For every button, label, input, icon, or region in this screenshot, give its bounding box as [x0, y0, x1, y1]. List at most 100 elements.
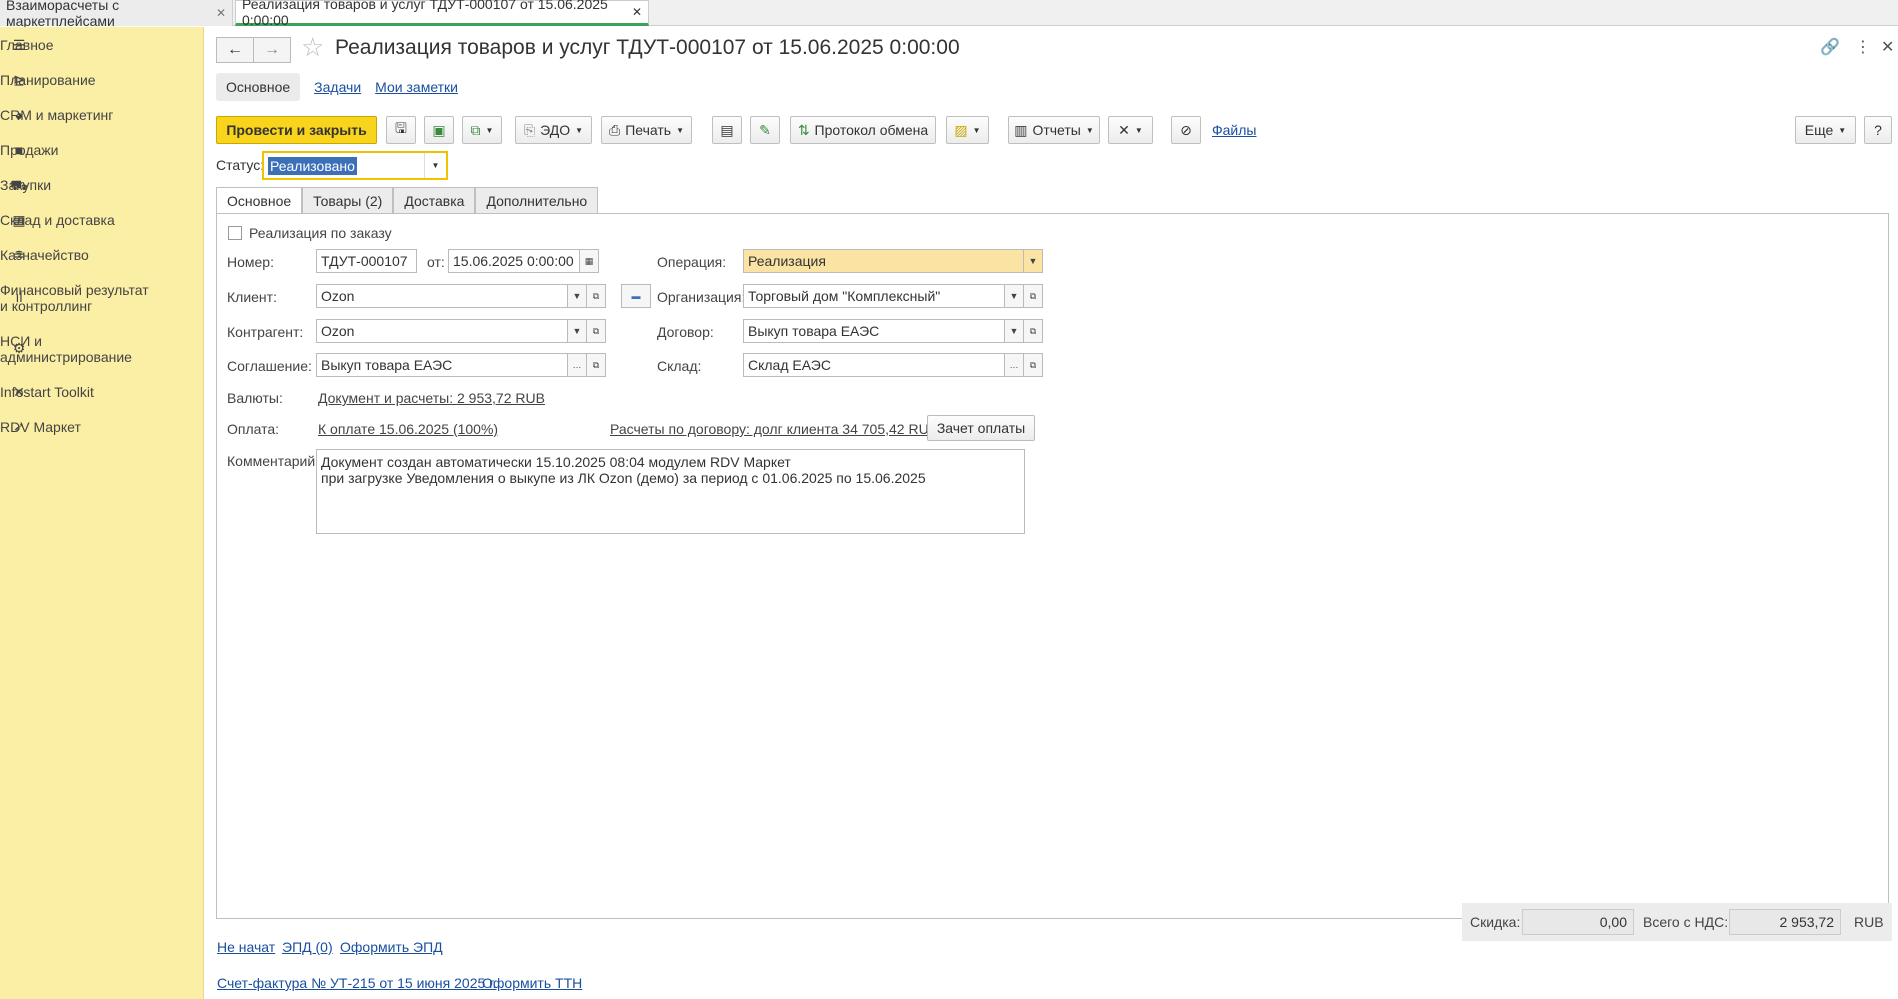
sidebar-item-treasury[interactable]: ≘ Казначейство [0, 247, 204, 264]
more-vert-icon[interactable]: ⋮ [1855, 37, 1871, 57]
star-icon[interactable]: ☆ [301, 32, 324, 63]
contract-label: Договор: [657, 324, 714, 340]
list-icon: ▤ [720, 121, 734, 138]
tab-delivery[interactable]: Доставка [393, 187, 476, 213]
link-icon[interactable]: 🔗 [1820, 37, 1840, 57]
invoice-link[interactable]: Счет-фактура № УТ-215 от 15 июня 2025 г. [217, 975, 496, 991]
totals-panel: Скидка: 0,00 Всего с НДС: 2 953,72 RUB [1462, 903, 1892, 941]
open-icon[interactable]: ⧉ [586, 353, 606, 377]
sidebar-item-main[interactable]: ☰ Главное [0, 37, 204, 54]
sidebar-item-rdv[interactable]: ➶ RDV Маркет [0, 419, 204, 436]
chevron-down-icon[interactable]: ▼ [1023, 249, 1043, 273]
chevron-down-icon: ▼ [485, 125, 494, 135]
tools-icon: ✕ [1118, 121, 1130, 138]
attachments-button[interactable]: ▨ ▼ [946, 116, 989, 144]
organization-field[interactable]: Торговый дом "Комплексный" [743, 284, 1005, 308]
forward-button[interactable]: → [253, 37, 291, 63]
sidebar-item-sales[interactable]: ■ Продажи [0, 142, 204, 158]
post-button[interactable]: ▣ [424, 116, 454, 144]
chevron-down-icon[interactable]: ▼ [424, 153, 446, 178]
create-based-on-button[interactable]: ⧉ ▼ [462, 116, 502, 144]
by-order-checkbox[interactable] [228, 226, 242, 240]
sidebar-item-warehouse[interactable]: ▦ Склад и доставка [0, 212, 204, 229]
subnav-notes[interactable]: Мои заметки [375, 79, 458, 95]
number-field[interactable]: ТДУТ-000107 [316, 249, 417, 273]
print-button[interactable]: ⎙ Печать ▼ [601, 116, 692, 144]
chevron-down-icon[interactable]: ▼ [567, 319, 587, 343]
contractor-field[interactable]: Ozon [316, 319, 568, 343]
subnav-main[interactable]: Основное [216, 73, 301, 101]
contract-settlements-link[interactable]: Расчеты по договору: долг клиента 34 705… [610, 421, 938, 437]
tab-sales-document[interactable]: Реализация товаров и услуг ТДУТ-000107 о… [235, 0, 649, 28]
open-icon[interactable]: ⧉ [586, 284, 606, 308]
chevron-down-icon: ▼ [1134, 125, 1143, 135]
tab-settlements[interactable]: Взаиморасчеты с маркетплейсами ✕ [0, 0, 233, 29]
open-icon[interactable]: ⧉ [1023, 284, 1043, 308]
close-icon[interactable]: ✕ [216, 6, 226, 20]
chevron-down-icon[interactable]: ▼ [1004, 319, 1024, 343]
comment-line: Документ создан автоматически 15.10.2025… [321, 454, 791, 470]
contract-field[interactable]: Выкуп товара ЕАЭС [743, 319, 1005, 343]
ellipsis-icon[interactable]: … [567, 353, 587, 377]
exchange-protocol-button[interactable]: ⇅ Протокол обмена [790, 116, 936, 144]
sidebar-item-admin[interactable]: ⚙ НСИ и администрирование [0, 333, 204, 365]
subnav-tasks[interactable]: Задачи [314, 79, 361, 95]
document-list-button[interactable]: ▤ [712, 116, 742, 144]
arrow-left-icon: ← [227, 41, 243, 58]
tab-additional[interactable]: Дополнительно [475, 187, 599, 213]
attach-button[interactable]: ⊘ [1171, 116, 1201, 144]
client-field[interactable]: Ozon [316, 284, 568, 308]
save-button[interactable]: 🖫 [386, 116, 416, 144]
operation-label: Операция: [657, 254, 727, 270]
open-icon[interactable]: ⧉ [1023, 353, 1043, 377]
tools-button[interactable]: ✕ ▼ [1108, 116, 1153, 144]
form-subnav: Основное Задачи Мои заметки [216, 72, 458, 102]
arrow-right-icon: → [264, 41, 280, 58]
make-epd-link[interactable]: Оформить ЭПД [340, 939, 443, 955]
tab-main[interactable]: Основное [216, 187, 303, 214]
card-icon: ▬ [631, 291, 641, 301]
tab-label: Взаиморасчеты с маркетплейсами [6, 0, 120, 29]
close-icon[interactable]: ✕ [632, 5, 642, 19]
help-button[interactable]: ? [1864, 116, 1892, 144]
open-icon[interactable]: ⧉ [1023, 319, 1043, 343]
agreement-field[interactable]: Выкуп товара ЕАЭС [316, 353, 568, 377]
more-button[interactable]: Еще ▼ [1795, 116, 1856, 144]
payment-label: Оплата: [227, 421, 280, 437]
main-tab-panel: Реализация по заказу Номер: ТДУТ-000107 … [216, 213, 1889, 919]
sidebar-item-infostart[interactable]: ✕ Infostart Toolkit [0, 384, 204, 401]
edo-button[interactable]: ⎘ ЭДО ▼ [515, 116, 592, 144]
status-value: Реализовано [268, 157, 357, 175]
make-ttn-link[interactable]: Оформить ТТН [482, 975, 582, 991]
calendar-icon[interactable]: ▦ [579, 249, 599, 273]
open-icon[interactable]: ⧉ [586, 319, 606, 343]
client-card-button[interactable]: ▬ [621, 284, 651, 308]
offset-payment-button[interactable]: Зачет оплаты [927, 415, 1035, 441]
back-button[interactable]: ← [216, 37, 254, 63]
sidebar-item-finance[interactable]: ıl Финансовый результат и контроллинг [0, 282, 204, 314]
sidebar-item-purchases[interactable]: ⛟ Закупки [0, 177, 204, 196]
sidebar-item-planning[interactable]: ⊵ Планирование [0, 72, 204, 89]
epd-link[interactable]: ЭПД (0) [282, 939, 333, 955]
date-from-label: от: [427, 254, 445, 270]
date-field[interactable]: 15.06.2025 0:00:00 [448, 249, 581, 273]
currency-link[interactable]: Документ и расчеты: 2 953,72 RUB [318, 390, 545, 406]
reports-button[interactable]: ▥ Отчеты ▼ [1008, 116, 1100, 144]
chevron-down-icon[interactable]: ▼ [567, 284, 587, 308]
not-started-link[interactable]: Не начат [217, 939, 275, 955]
payment-link[interactable]: К оплате 15.06.2025 (100%) [318, 421, 498, 437]
edit-button[interactable]: ✎ [750, 116, 780, 144]
ellipsis-icon[interactable]: … [1004, 353, 1024, 377]
warehouse-field[interactable]: Склад ЕАЭС [743, 353, 1005, 377]
sidebar-item-crm[interactable]: ◕ CRM и маркетинг [0, 107, 204, 123]
files-link[interactable]: Файлы [1212, 122, 1256, 138]
tab-goods[interactable]: Товары (2) [302, 187, 394, 213]
close-icon[interactable]: ✕ [1881, 37, 1894, 57]
total-label: Всего с НДС: [1643, 914, 1729, 930]
status-select[interactable]: Реализовано ▼ [262, 151, 448, 180]
post-and-close-button[interactable]: Провести и закрыть [216, 116, 377, 144]
chevron-down-icon[interactable]: ▼ [1004, 284, 1024, 308]
comment-field[interactable]: Документ создан автоматически 15.10.2025… [316, 449, 1025, 534]
operation-field[interactable]: Реализация [743, 249, 1043, 273]
page-title: Реализация товаров и услуг ТДУТ-000107 о… [335, 36, 960, 59]
